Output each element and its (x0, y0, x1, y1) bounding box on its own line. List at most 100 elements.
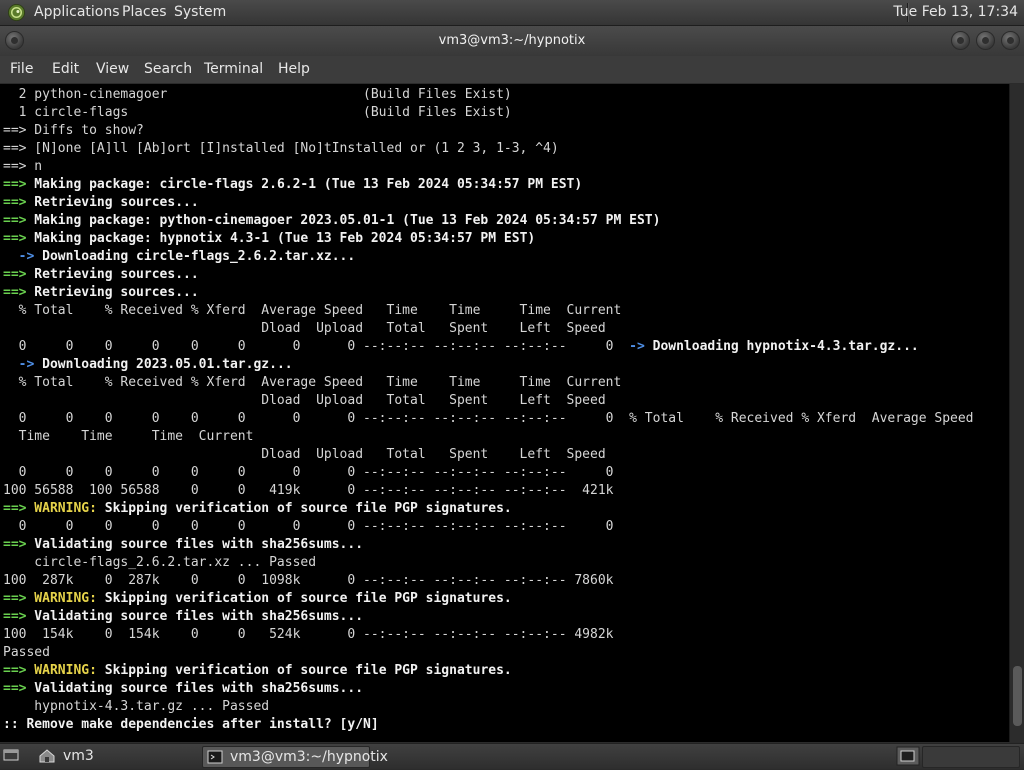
workspace-label: vm3 (63, 748, 94, 764)
terminal-line: 0 0 0 0 0 0 0 0 --:--:-- --:--:-- --:--:… (3, 338, 974, 356)
window-titlebar[interactable]: vm3@vm3:~/hypnotix (0, 26, 1024, 56)
terminal-line: % Total % Received % Xferd Average Speed… (3, 302, 974, 320)
terminal-text: Dload Upload Total Spent Left Speed (3, 321, 606, 336)
menu-system[interactable]: System (174, 4, 226, 20)
terminal-line: % Total % Received % Xferd Average Speed… (3, 374, 974, 392)
home-icon (39, 749, 55, 763)
taskbar-terminal-window[interactable]: vm3@vm3:~/hypnotix (202, 746, 388, 768)
menu-help[interactable]: Help (278, 61, 310, 77)
terminal-line: ==> WARNING: Skipping verification of so… (3, 500, 974, 518)
workspace-switcher-2[interactable] (922, 746, 1020, 768)
terminal-line: 0 0 0 0 0 0 0 0 --:--:-- --:--:-- --:--:… (3, 464, 974, 482)
terminal-text: -> (3, 357, 35, 372)
terminal-line: Dload Upload Total Spent Left Speed (3, 320, 974, 338)
terminal-text: :: Remove make dependencies after instal… (3, 717, 379, 732)
terminal-line: 100 56588 100 56588 0 0 419k 0 --:--:-- … (3, 482, 974, 500)
terminal-text: ==> (3, 177, 27, 192)
terminal-text: Retrieving sources... (26, 195, 199, 210)
terminal-text: Retrieving sources... (26, 267, 199, 282)
window-title: vm3@vm3:~/hypnotix (438, 33, 586, 48)
applications-icon[interactable] (7, 3, 26, 22)
minimize-button[interactable] (951, 31, 970, 50)
menu-edit[interactable]: Edit (52, 61, 79, 77)
show-desktop-icon (3, 749, 19, 761)
taskbar-window-title: vm3@vm3:~/hypnotix (230, 749, 388, 765)
terminal-text: -> (629, 339, 645, 354)
terminal-text: Making package: circle-flags 2.6.2-1 (Tu… (26, 177, 583, 192)
terminal-line: -> Downloading circle-flags_2.6.2.tar.xz… (3, 248, 974, 266)
terminal-text: 2 python-cinemagoer (Build Files Exist) (3, 87, 512, 102)
terminal-text: 100 56588 100 56588 0 0 419k 0 --:--:-- … (3, 483, 614, 498)
terminal-text: Validating source files with sha256sums.… (26, 537, 364, 552)
terminal-text: 100 154k 0 154k 0 0 524k 0 --:--:-- --:-… (3, 627, 614, 642)
terminal-line: 100 287k 0 287k 0 0 1098k 0 --:--:-- --:… (3, 572, 974, 590)
terminal-text: Dload Upload Total Spent Left Speed (3, 447, 606, 462)
terminal-text: WARNING: (26, 591, 97, 606)
bottom-panel: vm3 vm3@vm3:~/hypnotix (0, 743, 1024, 769)
scrollbar[interactable] (1009, 84, 1024, 742)
terminal-text: Skipping verification of source file PGP… (96, 663, 512, 678)
terminal-icon (207, 750, 223, 764)
terminal-line: 1 circle-flags (Build Files Exist) (3, 104, 974, 122)
terminal-text: % Total % Received % Xferd Average Speed… (3, 303, 622, 318)
terminal-text: Retrieving sources... (26, 285, 199, 300)
terminal-line: hypnotix-4.3.tar.gz ... Passed (3, 698, 974, 716)
menu-applications[interactable]: Applications (34, 4, 120, 20)
terminal-text: Downloading circle-flags_2.6.2.tar.xz... (34, 249, 356, 264)
terminal-line: ==> Retrieving sources... (3, 194, 974, 212)
close-button[interactable] (1001, 31, 1020, 50)
terminal-text: 0 0 0 0 0 0 0 0 --:--:-- --:--:-- --:--:… (3, 465, 614, 480)
menu-file[interactable]: File (10, 61, 33, 77)
terminal-area[interactable]: 2 python-cinemagoer (Build Files Exist) … (0, 84, 1009, 742)
terminal-line: ==> Validating source files with sha256s… (3, 608, 974, 626)
terminal-line: ==> [N]one [A]ll [Ab]ort [I]nstalled [No… (3, 140, 974, 158)
terminal-text: Validating source files with sha256sums.… (26, 681, 364, 696)
terminal-line: circle-flags_2.6.2.tar.xz ... Passed (3, 554, 974, 572)
terminal-line: ==> Making package: circle-flags 2.6.2-1… (3, 176, 974, 194)
terminal-text: ==> (3, 231, 27, 246)
terminal-text: ==> (3, 681, 27, 696)
terminal-line: ==> Retrieving sources... (3, 266, 974, 284)
terminal-line: ==> n (3, 158, 974, 176)
workspace-switcher-1[interactable] (896, 746, 920, 766)
terminal-text: Skipping verification of source file PGP… (96, 591, 512, 606)
terminal-line: ==> Making package: hypnotix 4.3-1 (Tue … (3, 230, 974, 248)
terminal-text: 1 circle-flags (Build Files Exist) (3, 105, 512, 120)
terminal-text: Validating source files with sha256sums.… (26, 609, 364, 624)
clock[interactable]: Tue Feb 13, 17:34 (893, 4, 1018, 20)
terminal-line: ==> Validating source files with sha256s… (3, 536, 974, 554)
terminal-line: Passed (3, 644, 974, 662)
terminal-text: 0 0 0 0 0 0 0 0 --:--:-- --:--:-- --:--:… (3, 339, 630, 354)
show-desktop-button[interactable] (2, 746, 20, 766)
terminal-text: ==> (3, 501, 27, 516)
terminal-line: Dload Upload Total Spent Left Speed (3, 392, 974, 410)
menu-terminal[interactable]: Terminal (204, 61, 263, 77)
terminal-line: 0 0 0 0 0 0 0 0 --:--:-- --:--:-- --:--:… (3, 410, 974, 428)
workspace-button[interactable]: vm3 (36, 746, 186, 766)
terminal-text: 100 287k 0 287k 0 0 1098k 0 --:--:-- --:… (3, 573, 614, 588)
terminal-text: % Total % Received % Xferd Average Speed… (3, 375, 622, 390)
terminal-text: ==> [N]one [A]ll [Ab]ort [I]nstalled [No… (3, 141, 559, 156)
terminal-text: Time Time Time Current (3, 429, 254, 444)
terminal-text: ==> (3, 591, 27, 606)
terminal-text: ==> Diffs to show? (3, 123, 144, 138)
terminal-text: ==> (3, 195, 27, 210)
terminal-line: 0 0 0 0 0 0 0 0 --:--:-- --:--:-- --:--:… (3, 518, 974, 536)
terminal-text: ==> (3, 537, 27, 552)
terminal-text: Making package: python-cinemagoer 2023.0… (26, 213, 661, 228)
menu-view[interactable]: View (96, 61, 129, 77)
terminal-text: circle-flags_2.6.2.tar.xz ... Passed (3, 555, 317, 570)
scrollbar-thumb[interactable] (1013, 666, 1022, 726)
menu-places[interactable]: Places (122, 4, 167, 20)
terminal-line: 100 154k 0 154k 0 0 524k 0 --:--:-- --:-… (3, 626, 974, 644)
menubar: File Edit View Search Terminal Help (0, 56, 1024, 83)
menu-search[interactable]: Search (144, 61, 192, 77)
terminal-text: WARNING: (26, 501, 97, 516)
terminal-line: ==> Diffs to show? (3, 122, 974, 140)
terminal-text: ==> (3, 609, 27, 624)
maximize-button[interactable] (976, 31, 995, 50)
terminal-text: Downloading 2023.05.01.tar.gz... (34, 357, 293, 372)
terminal-line: Time Time Time Current (3, 428, 974, 446)
terminal-text: Making package: hypnotix 4.3-1 (Tue 13 F… (26, 231, 536, 246)
terminal-line: ==> Validating source files with sha256s… (3, 680, 974, 698)
